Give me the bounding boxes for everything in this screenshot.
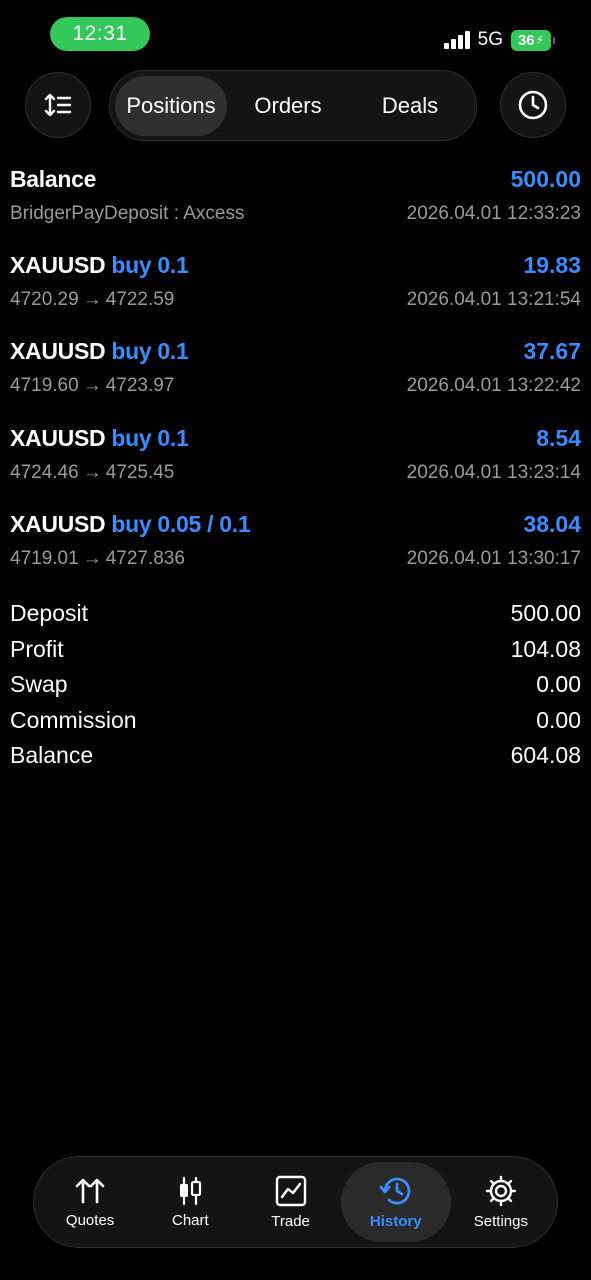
tab-chart-label: Chart [172, 1211, 209, 1229]
signal-icon [443, 31, 470, 49]
tab-positions-label: Positions [126, 92, 216, 118]
status-time: 12:31 [50, 17, 150, 51]
tab-deals-label: Deals [381, 92, 439, 118]
position-profit: 38.04 [523, 511, 581, 537]
tab-quotes-label: Quotes [65, 1211, 115, 1229]
summary-value: 500.00 [510, 600, 581, 627]
tab-orders[interactable]: Orders [227, 76, 349, 136]
position-open-price: 4719.60 [10, 375, 79, 396]
tab-history[interactable]: History [340, 1162, 451, 1242]
tab-chart[interactable]: Chart [140, 1162, 240, 1242]
candlestick-icon [180, 1176, 202, 1205]
trade-chart-icon [275, 1175, 306, 1206]
summary-value: 0.00 [536, 671, 581, 698]
balance-datetime: 2026.04.01 12:33:23 [406, 203, 581, 224]
arrow-icon: → [82, 375, 102, 396]
position-profit: 37.67 [523, 338, 581, 364]
position-datetime: 2026.04.01 13:22:42 [406, 375, 581, 396]
period-button[interactable] [500, 72, 566, 138]
quotes-icon [75, 1178, 105, 1203]
position-symbol: XAUUSD [10, 511, 106, 537]
summary-value: 0.00 [536, 706, 581, 733]
tab-settings[interactable]: Settings [451, 1162, 551, 1242]
gear-icon [485, 1175, 517, 1206]
summary-deposit: Deposit 500.00 [10, 596, 581, 632]
summary-commission: Commission 0.00 [10, 703, 581, 739]
battery-level: 36 [517, 31, 535, 49]
position-symbol: XAUUSD [10, 425, 106, 451]
view-segmented-control: Positions Orders Deals [109, 70, 477, 141]
tab-history-label: History [369, 1212, 422, 1230]
account-summary: Deposit 500.00 Profit 104.08 Swap 0.00 C… [10, 596, 581, 774]
status-indicators: 5G 36 ⚡ [443, 26, 555, 54]
position-row[interactable]: XAUUSD buy 0.05 / 0.1 38.04 4719.01 → 4727.… [10, 511, 581, 570]
position-datetime: 2026.04.01 13:21:54 [406, 289, 581, 310]
network-type: 5G [477, 29, 503, 50]
sort-icon [44, 93, 72, 117]
balance-deal-row[interactable]: Balance 500.00 BridgerPayDeposit : Axces… [10, 166, 581, 225]
summary-label: Profit [10, 635, 64, 662]
summary-balance: Balance 604.08 [10, 738, 581, 774]
history-icon [379, 1177, 411, 1204]
position-close-price: 4727.836 [105, 548, 185, 569]
tab-positions[interactable]: Positions [115, 75, 227, 136]
summary-label: Balance [10, 742, 94, 769]
tab-trade[interactable]: Trade [240, 1162, 340, 1242]
tab-deals[interactable]: Deals [349, 76, 471, 136]
position-datetime: 2026.04.01 13:23:14 [406, 462, 581, 483]
battery-icon: 36 ⚡ [511, 29, 555, 51]
position-side: buy 0.1 [111, 338, 189, 364]
summary-value: 604.08 [510, 742, 581, 769]
position-close-price: 4722.59 [105, 289, 175, 310]
clock-icon [518, 90, 548, 120]
position-close-price: 4723.97 [105, 375, 175, 396]
tab-settings-label: Settings [473, 1212, 528, 1230]
summary-swap: Swap 0.00 [10, 667, 581, 703]
tab-quotes[interactable]: Quotes [40, 1162, 140, 1242]
position-open-price: 4720.29 [10, 289, 79, 310]
tab-trade-label: Trade [271, 1212, 310, 1230]
arrow-icon: → [82, 462, 102, 483]
balance-title: Balance [10, 166, 97, 192]
position-profit: 8.54 [536, 425, 581, 451]
position-symbol: XAUUSD [10, 252, 106, 278]
summary-profit: Profit 104.08 [10, 632, 581, 668]
summary-label: Commission [10, 706, 137, 733]
balance-amount: 500.00 [510, 166, 581, 192]
position-side: buy 0.1 [111, 425, 189, 451]
bottom-tab-bar: Quotes Chart Trade History Settings [33, 1156, 558, 1248]
arrow-icon: → [82, 289, 102, 310]
position-side: buy 0.05 / 0.1 [111, 511, 251, 537]
position-row[interactable]: XAUUSD buy 0.1 19.83 4720.29 → 4722.59 2026… [10, 252, 581, 311]
position-close-price: 4725.45 [105, 462, 175, 483]
sort-button[interactable] [25, 72, 91, 138]
position-side: buy 0.1 [111, 252, 189, 278]
summary-value: 104.08 [510, 635, 581, 662]
position-symbol: XAUUSD [10, 338, 106, 364]
position-datetime: 2026.04.01 13:30:17 [406, 548, 581, 569]
arrow-icon: → [82, 548, 102, 569]
tab-orders-label: Orders [254, 92, 322, 118]
summary-label: Swap [10, 671, 68, 698]
position-row[interactable]: XAUUSD buy 0.1 8.54 4724.46 → 4725.45 2026.… [10, 425, 581, 484]
position-open-price: 4724.46 [10, 462, 79, 483]
position-row[interactable]: XAUUSD buy 0.1 37.67 4719.60 → 4723.97 2026… [10, 338, 581, 397]
position-profit: 19.83 [523, 252, 581, 278]
position-open-price: 4719.01 [10, 548, 79, 569]
summary-label: Deposit [10, 600, 88, 627]
balance-subtitle: BridgerPayDeposit : Axcess [10, 203, 245, 224]
